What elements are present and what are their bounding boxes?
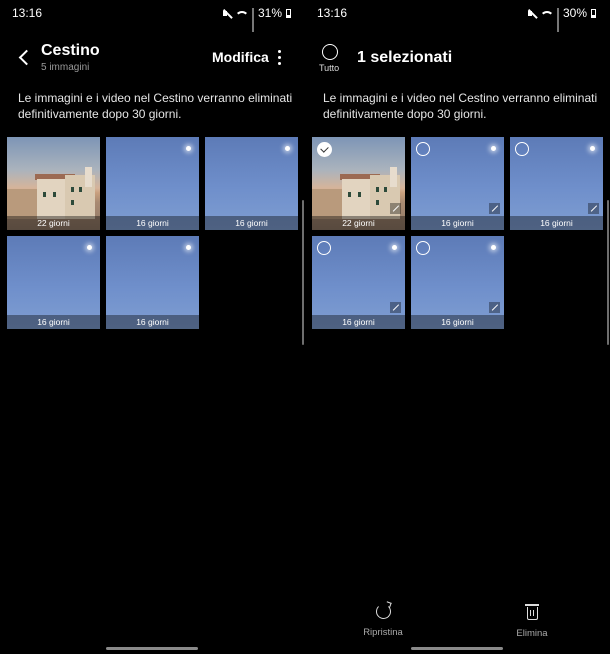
trash-item-1[interactable]: 22 giorni (7, 137, 100, 230)
battery-percent: 31% (257, 6, 282, 20)
restore-icon (375, 604, 391, 619)
trash-screen: 13:16 31% Cestino 5 immagini Modifica Le… (0, 0, 305, 654)
expand-icon[interactable] (390, 302, 401, 313)
wifi-icon (540, 8, 553, 18)
selection-count: 1 selezionati (357, 49, 453, 66)
expand-icon[interactable] (588, 203, 599, 214)
select-checkbox[interactable] (416, 241, 430, 255)
back-icon[interactable] (18, 50, 28, 64)
days-remaining: 16 giorni (411, 315, 504, 329)
item-count: 5 immagini (41, 62, 90, 73)
trash-item-2[interactable]: 16 giorni (411, 137, 504, 230)
days-remaining: 16 giorni (106, 315, 199, 329)
trash-item-3[interactable]: 16 giorni (205, 137, 298, 230)
status-bar: 13:16 30% (305, 6, 610, 32)
more-options-icon[interactable] (278, 50, 282, 66)
select-checkbox[interactable] (317, 241, 331, 255)
expand-icon[interactable] (390, 203, 401, 214)
delete-button[interactable]: Elimina (502, 604, 562, 639)
days-remaining: 16 giorni (106, 216, 199, 230)
retention-notice: Le immagini e i video nel Cestino verran… (323, 91, 598, 121)
page-title: Cestino (41, 42, 100, 59)
edit-button[interactable]: Modifica (212, 49, 269, 65)
status-bar: 13:16 31% (0, 6, 305, 32)
scrollbar[interactable] (607, 200, 609, 345)
trash-item-3[interactable]: 16 giorni (510, 137, 603, 230)
status-time: 13:16 (317, 6, 348, 20)
retention-notice: Le immagini e i video nel Cestino verran… (18, 91, 293, 121)
days-remaining: 22 giorni (312, 216, 405, 230)
days-remaining: 16 giorni (7, 315, 100, 329)
days-remaining: 22 giorni (7, 216, 100, 230)
home-indicator[interactable] (411, 647, 503, 650)
battery-icon (591, 8, 596, 18)
trash-item-4[interactable]: 16 giorni (312, 236, 405, 329)
trash-item-1[interactable]: 22 giorni (312, 137, 405, 230)
battery-icon (286, 8, 291, 18)
scrollbar[interactable] (302, 200, 304, 345)
trash-item-2[interactable]: 16 giorni (106, 137, 199, 230)
select-checkbox[interactable] (515, 142, 529, 156)
home-indicator[interactable] (106, 647, 198, 650)
signal-icon (556, 8, 559, 32)
mute-icon (222, 8, 232, 18)
wifi-icon (235, 8, 248, 18)
delete-label: Elimina (516, 628, 548, 639)
days-remaining: 16 giorni (510, 216, 603, 230)
restore-label: Ripristina (363, 627, 403, 638)
battery-percent: 30% (562, 6, 587, 20)
days-remaining: 16 giorni (411, 216, 504, 230)
selected-check-icon[interactable] (317, 142, 332, 157)
signal-icon (251, 8, 254, 32)
expand-icon[interactable] (489, 302, 500, 313)
days-remaining: 16 giorni (205, 216, 298, 230)
restore-button[interactable]: Ripristina (353, 604, 413, 638)
trash-item-5[interactable]: 16 giorni (106, 236, 199, 329)
expand-icon[interactable] (489, 203, 500, 214)
trash-icon (524, 604, 539, 620)
select-all-label[interactable]: Tutto (319, 63, 339, 73)
mute-icon (527, 8, 537, 18)
trash-item-5[interactable]: 16 giorni (411, 236, 504, 329)
select-all-checkbox[interactable] (322, 44, 338, 60)
trash-selection-screen: 13:16 30% Tutto 1 selezionati Le immagin… (305, 0, 610, 654)
status-time: 13:16 (12, 6, 43, 20)
select-checkbox[interactable] (416, 142, 430, 156)
days-remaining: 16 giorni (312, 315, 405, 329)
trash-item-4[interactable]: 16 giorni (7, 236, 100, 329)
